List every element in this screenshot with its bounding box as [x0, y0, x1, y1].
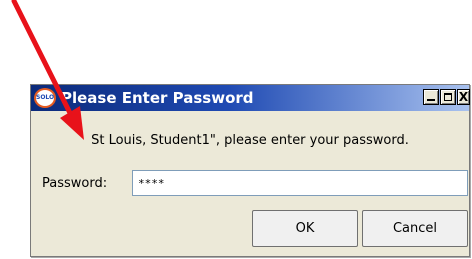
password-dialog: SOLO Please Enter Password X St Louis, S… — [30, 84, 470, 257]
close-icon: X — [458, 90, 469, 104]
minimize-button[interactable] — [423, 89, 439, 105]
close-button[interactable]: X — [457, 89, 470, 105]
maximize-icon — [444, 93, 452, 101]
window-title: Please Enter Password — [61, 89, 254, 107]
cancel-button[interactable]: Cancel — [362, 210, 468, 247]
password-input[interactable] — [132, 170, 468, 196]
minimize-icon — [427, 99, 435, 101]
prompt-message: St Louis, Student1", please enter your p… — [91, 133, 409, 148]
title-bar[interactable]: SOLO Please Enter Password X — [31, 85, 470, 111]
password-label: Password: — [42, 176, 108, 191]
maximize-button[interactable] — [440, 89, 456, 105]
ok-button[interactable]: OK — [252, 210, 358, 247]
app-logo-icon: SOLO — [34, 88, 56, 108]
